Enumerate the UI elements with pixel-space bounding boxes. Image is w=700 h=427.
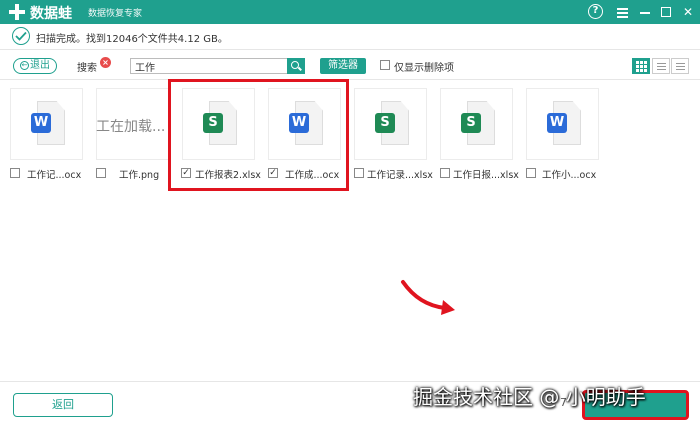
file-tile[interactable]: S bbox=[354, 88, 427, 160]
check-circle-icon bbox=[12, 27, 30, 45]
filter-button[interactable]: 筛选器 bbox=[320, 58, 366, 74]
list-view-icon bbox=[657, 63, 666, 64]
back-arrow-icon: ← bbox=[20, 61, 29, 70]
file-name: 工作小...ocx bbox=[542, 170, 597, 181]
toolbar: ← 退出 搜索 × 筛选器 仅显示删除项 bbox=[0, 50, 700, 80]
grid-view-icon-dot bbox=[640, 69, 643, 72]
search-input[interactable] bbox=[130, 58, 287, 74]
word-file-icon: W bbox=[31, 101, 65, 145]
search-label: 搜索 bbox=[77, 63, 97, 74]
scan-status-bar: 扫描完成。找到12046个文件共4.12 GB。 bbox=[0, 24, 700, 50]
grid-view-icon-dot bbox=[644, 69, 647, 72]
grid-view-icon-dot bbox=[644, 65, 647, 68]
detail-view-icon-line bbox=[676, 69, 685, 70]
exit-button[interactable]: ← 退出 bbox=[13, 58, 57, 74]
title-bar: 数据蛙 数据恢复专家 ? ✕ bbox=[0, 0, 700, 24]
file-name: 工作记录...xlsx bbox=[367, 170, 433, 181]
menu-icon-line bbox=[617, 16, 628, 18]
show-deleted-label: 仅显示删除项 bbox=[394, 63, 454, 74]
file-checkbox[interactable] bbox=[526, 168, 536, 178]
file-checkbox[interactable] bbox=[10, 168, 20, 178]
maximize-button[interactable] bbox=[657, 3, 675, 21]
app-subtitle: 数据恢复专家 bbox=[88, 9, 143, 19]
grid-view-icon-dot bbox=[636, 65, 639, 68]
menu-icon-line bbox=[617, 12, 628, 14]
selection-highlight-frame bbox=[168, 79, 349, 191]
search-icon-handle bbox=[298, 66, 302, 71]
grid-view-icon-dot bbox=[640, 65, 643, 68]
list-view-icon-line bbox=[657, 69, 666, 70]
excel-file-icon: S bbox=[375, 101, 409, 145]
annotation-arrow-icon bbox=[401, 280, 455, 315]
file-name: 工作日报...xlsx bbox=[453, 170, 519, 181]
file-tile[interactable]: 工在加载... bbox=[96, 88, 169, 160]
grid-view-icon-dot bbox=[640, 61, 643, 64]
close-icon: ✕ bbox=[682, 5, 694, 19]
detail-view-icon-line bbox=[676, 66, 685, 67]
file-checkbox[interactable] bbox=[440, 168, 450, 178]
grid-view-icon-dot bbox=[644, 61, 647, 64]
word-badge: W bbox=[31, 113, 51, 133]
back-button[interactable]: 返回 bbox=[13, 393, 113, 417]
clear-search-icon[interactable]: × bbox=[100, 57, 111, 68]
grid-view-icon bbox=[636, 61, 639, 64]
excel-file-icon: S bbox=[461, 101, 495, 145]
file-tile[interactable]: S bbox=[440, 88, 513, 160]
word-badge: W bbox=[547, 113, 567, 133]
watermark-text: 掘金技术社区 @ 小明助手 bbox=[413, 385, 646, 409]
scan-status-text: 扫描完成。找到12046个文件共4.12 GB。 bbox=[36, 34, 228, 45]
file-tile[interactable]: W bbox=[10, 88, 83, 160]
detail-view-button[interactable] bbox=[671, 58, 689, 74]
menu-icon bbox=[617, 8, 628, 10]
show-deleted-checkbox[interactable] bbox=[380, 60, 390, 70]
list-view-icon-line bbox=[657, 66, 666, 67]
minimize-button[interactable] bbox=[636, 3, 654, 21]
search-button[interactable] bbox=[287, 58, 305, 74]
exit-label: 退出 bbox=[30, 60, 50, 71]
minimize-icon bbox=[640, 12, 650, 14]
close-button[interactable]: ✕ bbox=[679, 3, 697, 21]
grid-view-button[interactable] bbox=[632, 58, 650, 74]
file-checkbox[interactable] bbox=[354, 168, 364, 178]
file-tile[interactable]: W bbox=[526, 88, 599, 160]
excel-badge: S bbox=[461, 113, 481, 133]
app-name: 数据蛙 bbox=[30, 6, 72, 22]
word-file-icon: W bbox=[547, 101, 581, 145]
file-name: 工作.png bbox=[119, 170, 160, 181]
image-loading-text: 工在加载... bbox=[96, 119, 166, 135]
menu-button[interactable] bbox=[614, 3, 632, 21]
list-view-button[interactable] bbox=[652, 58, 670, 74]
file-checkbox[interactable] bbox=[96, 168, 106, 178]
detail-view-icon bbox=[676, 63, 685, 64]
grid-view-icon-dot bbox=[636, 69, 639, 72]
file-name: 工作记...ocx bbox=[27, 170, 82, 181]
app-logo-icon bbox=[9, 4, 25, 20]
maximize-icon bbox=[661, 7, 671, 17]
excel-badge: S bbox=[375, 113, 395, 133]
help-button[interactable]: ? bbox=[588, 4, 603, 19]
